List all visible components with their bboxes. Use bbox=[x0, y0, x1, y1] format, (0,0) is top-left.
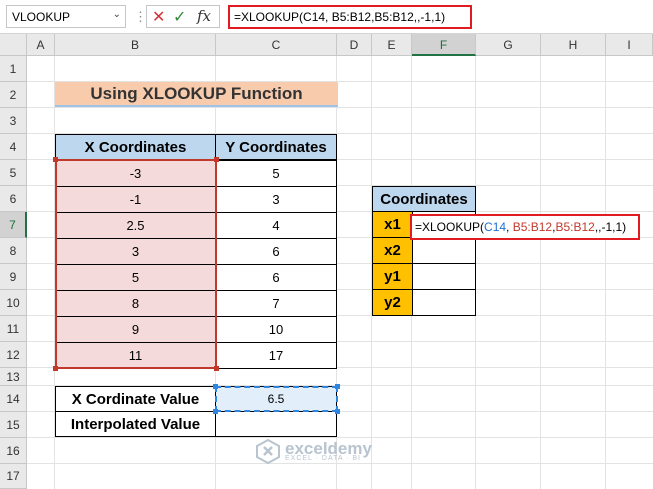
y-coordinate-cell[interactable]: 10 bbox=[215, 316, 337, 343]
coordinate-value-y1[interactable] bbox=[412, 263, 476, 290]
y-coordinate-cell[interactable]: 7 bbox=[215, 290, 337, 317]
c14-handle[interactable] bbox=[335, 409, 340, 414]
chevron-down-icon[interactable]: ⌄ bbox=[113, 9, 121, 20]
edit-ref-b5-b12: B5:B12 bbox=[512, 220, 553, 234]
sheet-title: Using XLOOKUP Function bbox=[55, 82, 338, 107]
y-coordinate-cell[interactable]: 6 bbox=[215, 238, 337, 265]
row-header-12[interactable]: 12 bbox=[0, 342, 27, 368]
row-header-9[interactable]: 9 bbox=[0, 264, 27, 290]
row-header-2[interactable]: 2 bbox=[0, 82, 27, 108]
cell-edit-box[interactable]: =XLOOKUP(C14, B5:B12, B5:B12 ,,-1,1) bbox=[410, 214, 640, 240]
column-header-c[interactable]: C bbox=[216, 34, 337, 56]
interpolated-value-label[interactable]: Interpolated Value bbox=[55, 411, 216, 437]
interpolated-value-cell[interactable] bbox=[215, 411, 337, 437]
row-header-3[interactable]: 3 bbox=[0, 108, 27, 134]
coordinate-value-y2[interactable] bbox=[412, 289, 476, 316]
formula-actions: ✕ ✓ fx bbox=[146, 5, 220, 28]
c14-handle[interactable] bbox=[335, 384, 340, 389]
edit-ref-b5-b12-2: B5:B12 bbox=[555, 220, 595, 234]
y-coordinate-cell[interactable]: 3 bbox=[215, 186, 337, 213]
column-header-h[interactable]: H bbox=[541, 34, 606, 56]
vertical-dots-icon[interactable]: ⋮ bbox=[134, 9, 147, 25]
row-header-8[interactable]: 8 bbox=[0, 238, 27, 264]
check-icon[interactable]: ✓ bbox=[173, 7, 186, 27]
formula-text: =XLOOKUP(C14, B5:B12,B5:B12,,-1,1) bbox=[234, 10, 446, 24]
formula-input[interactable]: =XLOOKUP(C14, B5:B12,B5:B12,,-1,1) bbox=[228, 5, 472, 29]
edit-sep1: , bbox=[506, 220, 513, 234]
range-b5-b12-highlight bbox=[55, 159, 217, 369]
grid-vline bbox=[605, 56, 606, 489]
row-header-5[interactable]: 5 bbox=[0, 160, 27, 186]
grid-hline bbox=[27, 107, 653, 108]
column-header-g[interactable]: G bbox=[476, 34, 541, 56]
column-header-f[interactable]: F bbox=[412, 34, 476, 56]
exceldemy-watermark: exceldemy EXCEL · DATA · BI bbox=[255, 438, 372, 465]
column-header-e[interactable]: E bbox=[372, 34, 412, 56]
y-coordinate-cell[interactable]: 17 bbox=[215, 342, 337, 369]
y-coordinate-cell[interactable]: 5 bbox=[215, 160, 337, 187]
row-header-11[interactable]: 11 bbox=[0, 316, 27, 342]
range-handle[interactable] bbox=[53, 366, 58, 371]
row-header-4[interactable]: 4 bbox=[0, 134, 27, 160]
coordinate-label-x1[interactable]: x1 bbox=[372, 211, 413, 238]
row-header-14[interactable]: 14 bbox=[0, 386, 27, 412]
row-header-1[interactable]: 1 bbox=[0, 56, 27, 82]
name-box-value: VLOOKUP bbox=[12, 9, 71, 24]
c14-handle[interactable] bbox=[213, 409, 218, 414]
name-box[interactable]: VLOOKUP ⌄ bbox=[6, 5, 126, 28]
grid-vline bbox=[540, 56, 541, 489]
header-x-coordinates[interactable]: X Coordinates bbox=[55, 134, 216, 160]
watermark-tagline: EXCEL · DATA · BI bbox=[285, 454, 361, 462]
function-icon[interactable]: fx bbox=[197, 7, 211, 25]
exceldemy-logo-icon bbox=[255, 438, 281, 465]
row-header-6[interactable]: 6 bbox=[0, 186, 27, 212]
range-handle[interactable] bbox=[53, 157, 58, 162]
row-header-15[interactable]: 15 bbox=[0, 412, 27, 438]
edit-ref-c14: C14 bbox=[484, 220, 507, 234]
c14-reference-highlight bbox=[215, 386, 338, 412]
row-header-7[interactable]: 7 bbox=[0, 212, 27, 238]
coordinate-value-x2[interactable] bbox=[412, 237, 476, 264]
y-coordinate-cell[interactable]: 4 bbox=[215, 212, 337, 239]
column-header-d[interactable]: D bbox=[337, 34, 372, 56]
coordinate-label-y2[interactable]: y2 bbox=[372, 289, 413, 316]
row-header-13[interactable]: 13 bbox=[0, 368, 27, 386]
x-coordinate-value-label[interactable]: X Cordinate Value bbox=[55, 386, 216, 412]
range-handle[interactable] bbox=[214, 157, 219, 162]
edit-suffix: ,,-1,1) bbox=[594, 220, 627, 234]
coordinate-label-y1[interactable]: y1 bbox=[372, 263, 413, 290]
close-icon[interactable]: ✕ bbox=[152, 7, 165, 27]
column-header-a[interactable]: A bbox=[27, 34, 55, 56]
row-header-16[interactable]: 16 bbox=[0, 438, 27, 464]
coordinate-label-x2[interactable]: x2 bbox=[372, 237, 413, 264]
header-y-coordinates[interactable]: Y Coordinates bbox=[215, 134, 337, 160]
range-handle[interactable] bbox=[214, 366, 219, 371]
y-coordinate-cell[interactable]: 6 bbox=[215, 264, 337, 291]
edit-prefix: =XLOOKUP( bbox=[415, 220, 485, 234]
c14-handle[interactable] bbox=[213, 384, 218, 389]
row-header-17[interactable]: 17 bbox=[0, 464, 27, 489]
formula-bar: VLOOKUP ⌄ ⋮ ✕ ✓ fx =XLOOKUP(C14, B5:B12,… bbox=[0, 0, 653, 34]
coordinates-header[interactable]: Coordinates bbox=[372, 186, 476, 212]
column-header-b[interactable]: B bbox=[55, 34, 216, 56]
column-header-i[interactable]: I bbox=[606, 34, 653, 56]
row-header-10[interactable]: 10 bbox=[0, 290, 27, 316]
select-all-corner[interactable] bbox=[0, 34, 27, 56]
